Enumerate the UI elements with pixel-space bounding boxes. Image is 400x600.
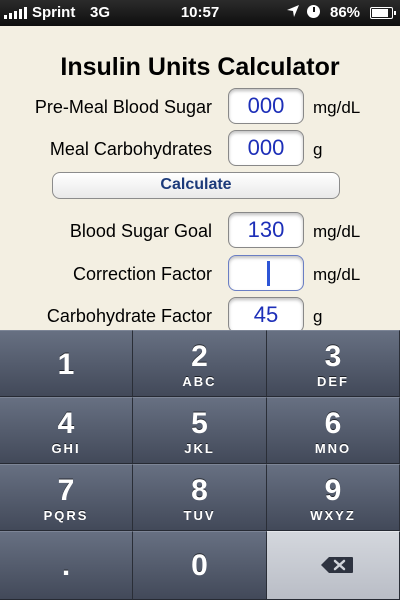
calculate-button[interactable]: Calculate: [52, 172, 340, 199]
meal-carbohydrates-input[interactable]: 000: [228, 130, 304, 166]
key-letters: WXYZ: [310, 508, 356, 523]
blood-sugar-goal-label: Blood Sugar Goal: [69, 221, 212, 241]
battery-icon: [370, 7, 396, 19]
key-letters: PQRS: [43, 508, 89, 523]
key-digit: 2: [191, 340, 208, 373]
key-letters: GHI: [51, 441, 81, 456]
meal-carbohydrates-unit: g: [313, 140, 323, 159]
status-bar: Sprint 3G 10:57 86%: [0, 0, 400, 26]
key-letters: TUV: [183, 508, 216, 523]
key-digit: 0: [191, 549, 208, 582]
alarm-clock-icon: [307, 5, 320, 18]
carbohydrate-factor-unit: g: [313, 307, 323, 326]
carbohydrate-factor-label: Carbohydrate Factor: [46, 306, 212, 326]
pre-meal-blood-sugar-unit: mg/dL: [313, 98, 361, 117]
key-digit: 1: [57, 348, 75, 381]
delete-backspace-icon: [321, 557, 353, 573]
key-digit: 4: [57, 407, 75, 440]
key-2[interactable]: 2 ABC: [133, 330, 267, 397]
blood-sugar-goal-input[interactable]: 130: [228, 212, 304, 248]
key-digit: 3: [324, 340, 342, 373]
delete-key[interactable]: [267, 531, 400, 600]
meal-carbohydrates-label: Meal Carbohydrates: [49, 139, 212, 159]
key-5[interactable]: 5 JKL: [133, 397, 267, 464]
location-icon: [286, 4, 300, 22]
key-digit: .: [61, 549, 71, 582]
key-8[interactable]: 8 TUV: [133, 464, 267, 531]
correction-factor-input[interactable]: [228, 255, 304, 291]
key-1[interactable]: 1: [0, 330, 133, 397]
pre-meal-blood-sugar-input[interactable]: 000: [228, 88, 304, 124]
key-0[interactable]: 0: [133, 531, 267, 600]
key-digit: 9: [324, 474, 342, 507]
key-9[interactable]: 9 WXYZ: [267, 464, 400, 531]
meal-carbohydrates-row: Meal Carbohydrates 000 g: [0, 130, 400, 170]
key-digit: 8: [191, 474, 208, 507]
pre-meal-blood-sugar-label: Pre-Meal Blood Sugar: [34, 97, 212, 117]
key-digit: 6: [324, 407, 342, 440]
pre-meal-blood-sugar-row: Pre-Meal Blood Sugar 000 mg/dL: [0, 88, 400, 128]
key-letters: JKL: [184, 441, 215, 456]
key-letters: DEF: [317, 374, 349, 389]
key-4[interactable]: 4 GHI: [0, 397, 133, 464]
key-6[interactable]: 6 MNO: [267, 397, 400, 464]
key-3[interactable]: 3 DEF: [267, 330, 400, 397]
blood-sugar-goal-row: Blood Sugar Goal 130 mg/dL: [0, 212, 400, 252]
correction-factor-label: Correction Factor: [72, 264, 212, 284]
blood-sugar-goal-unit: mg/dL: [313, 222, 361, 241]
page-title: Insulin Units Calculator: [60, 53, 340, 81]
battery-percent: 86%: [330, 4, 361, 21]
correction-factor-row: Correction Factor mg/dL: [0, 255, 400, 295]
key-letters: ABC: [182, 374, 217, 389]
numeric-keypad: 1 2 ABC 3 DEF 4 GHI 5 JKL 6 MNO 7 PQRS 8…: [0, 330, 400, 600]
key-decimal-point[interactable]: .: [0, 531, 133, 600]
key-digit: 5: [191, 407, 208, 440]
key-7[interactable]: 7 PQRS: [0, 464, 133, 531]
key-letters: MNO: [314, 441, 352, 456]
text-cursor: [267, 261, 270, 286]
key-digit: 7: [57, 474, 75, 507]
correction-factor-unit: mg/dL: [313, 265, 361, 284]
carbohydrate-factor-input[interactable]: 45: [228, 297, 304, 333]
